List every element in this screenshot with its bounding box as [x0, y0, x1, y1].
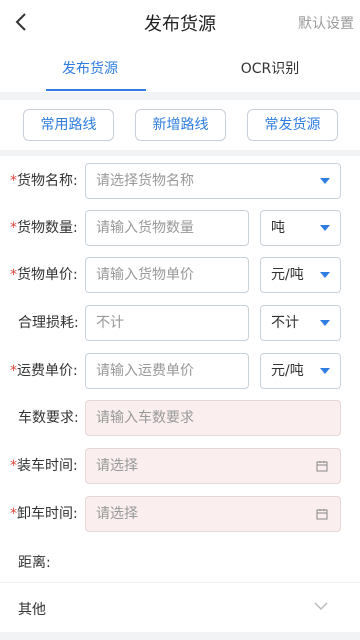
- reasonable-loss-placeholder: 不计: [96, 315, 124, 331]
- chevron-left-icon: [15, 13, 26, 31]
- unloading-time-label: *卸车时间:: [10, 506, 78, 522]
- freight-unit-price-label: *运费单价:: [10, 363, 78, 379]
- other-label: 其他: [18, 602, 46, 618]
- cargo-name-label: *货物名称:: [10, 173, 78, 189]
- cargo-name-select[interactable]: 请选择货物名称: [85, 163, 341, 199]
- freight-price-unit: 元/吨: [271, 363, 304, 379]
- tab-ocr[interactable]: OCR识别: [180, 50, 360, 92]
- active-tab-indicator: [46, 89, 146, 91]
- required-mark: *: [10, 363, 17, 379]
- cargo-quantity-label: *货物数量:: [10, 220, 78, 236]
- reasonable-loss-select[interactable]: 不计: [260, 305, 341, 341]
- section-gap: [0, 92, 360, 100]
- freight-unit-price-input[interactable]: 请输入运费单价: [85, 353, 249, 389]
- common-routes-button[interactable]: 常用路线: [23, 109, 114, 141]
- tab-publish-cargo[interactable]: 发布货源: [0, 50, 180, 92]
- caret-down-icon: [320, 272, 330, 278]
- unloading-time-placeholder: 请选择: [96, 506, 138, 522]
- cargo-price-unit: 元/吨: [271, 267, 304, 283]
- quick-actions: 常用路线 新增路线 常发货源: [0, 100, 360, 150]
- cargo-unit-price-label: *货物单价:: [10, 267, 78, 283]
- vehicle-requirement-placeholder: 请输入车数要求: [96, 410, 194, 426]
- cargo-name-placeholder: 请选择货物名称: [96, 173, 194, 189]
- loading-time-label: *装车时间:: [10, 458, 78, 474]
- top-bar: 发布货源 默认设置: [0, 0, 360, 44]
- chevron-down-icon: [314, 602, 328, 611]
- required-mark: *: [10, 220, 17, 236]
- add-route-button[interactable]: 新增路线: [135, 109, 226, 141]
- freight-price-unit-select[interactable]: 元/吨: [260, 353, 341, 389]
- reasonable-loss-input[interactable]: 不计: [85, 305, 249, 341]
- cargo-unit-price-placeholder: 请输入货物单价: [96, 267, 194, 283]
- bottom-strip: [0, 632, 360, 640]
- caret-down-icon: [320, 368, 330, 374]
- reasonable-loss-option: 不计: [271, 315, 299, 331]
- cargo-price-unit-select[interactable]: 元/吨: [260, 257, 341, 293]
- frequent-cargo-button[interactable]: 常发货源: [247, 109, 338, 141]
- cargo-unit-price-input[interactable]: 请输入货物单价: [85, 257, 249, 293]
- tab-bar: 发布货源 OCR识别: [0, 50, 360, 92]
- cargo-quantity-placeholder: 请输入货物数量: [96, 220, 194, 236]
- default-settings-link[interactable]: 默认设置: [298, 13, 354, 33]
- calendar-icon: [316, 461, 328, 472]
- distance-label: 距离:: [18, 555, 51, 571]
- caret-down-icon: [320, 225, 330, 231]
- section-divider: [0, 150, 360, 156]
- caret-down-icon: [320, 178, 330, 184]
- cargo-quantity-unit-select[interactable]: 吨: [260, 210, 341, 246]
- required-mark: *: [10, 267, 17, 283]
- vehicle-requirement-label: 车数要求:: [18, 410, 79, 426]
- loading-time-placeholder: 请选择: [96, 458, 138, 474]
- calendar-icon: [316, 509, 328, 520]
- cargo-quantity-unit: 吨: [271, 220, 285, 236]
- back-button[interactable]: [8, 8, 36, 36]
- other-section-toggle[interactable]: 其他: [0, 582, 360, 632]
- freight-unit-price-placeholder: 请输入运费单价: [96, 363, 194, 379]
- reasonable-loss-label: 合理损耗:: [18, 315, 79, 331]
- caret-down-icon: [320, 320, 330, 326]
- unloading-time-picker[interactable]: 请选择: [85, 496, 341, 532]
- loading-time-picker[interactable]: 请选择: [85, 448, 341, 484]
- required-mark: *: [10, 506, 17, 522]
- required-mark: *: [10, 173, 17, 189]
- vehicle-requirement-input[interactable]: 请输入车数要求: [85, 400, 341, 436]
- page-title: 发布货源: [144, 14, 216, 35]
- required-mark: *: [10, 458, 17, 474]
- cargo-quantity-input[interactable]: 请输入货物数量: [85, 210, 249, 246]
